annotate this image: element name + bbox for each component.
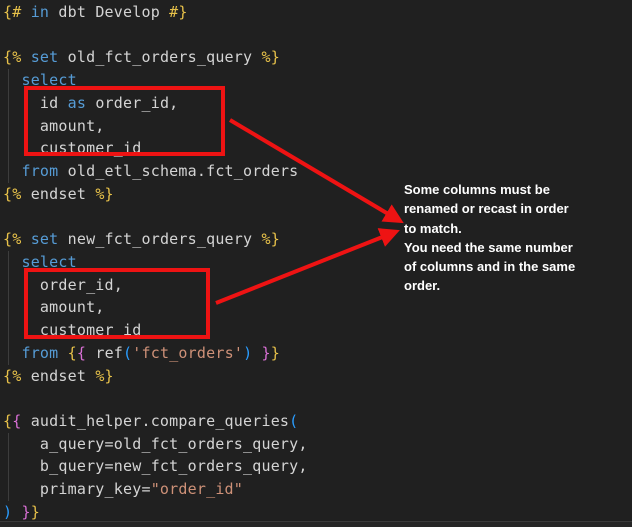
code-token: old_etl_schema.fct_orders [58, 162, 298, 180]
code-token: set [31, 230, 59, 248]
code-token [3, 162, 21, 180]
code-token: from [21, 344, 58, 362]
code-token: in [31, 3, 49, 21]
code-token [21, 3, 30, 21]
code-token: primary_key= [3, 480, 151, 498]
code-line: from {{ ref('fct_orders') }} [3, 342, 308, 365]
code-token: } [21, 503, 30, 521]
indent-guide [8, 433, 9, 501]
code-token [21, 48, 30, 66]
code-token: from [21, 162, 58, 180]
code-token: new_fct_orders_query [58, 230, 261, 248]
code-token: ( [289, 412, 298, 430]
code-line: {% set new_fct_orders_query %} [3, 228, 308, 251]
code-token: {% [3, 48, 21, 66]
code-token: } [31, 503, 40, 521]
annotation-note-line: of columns and in the same [404, 257, 624, 276]
code-line: primary_key="order_id" [3, 478, 308, 501]
annotation-note-line: Some columns must be [404, 180, 624, 199]
code-token: #} [169, 3, 187, 21]
code-line: {% set old_fct_orders_query %} [3, 46, 308, 69]
code-token: ) [243, 344, 252, 362]
editor-bottom-edge [0, 521, 632, 527]
code-token: %} [261, 230, 279, 248]
code-token: %} [95, 367, 113, 385]
code-token: } [262, 344, 271, 362]
code-token: %} [261, 48, 279, 66]
code-token [58, 344, 67, 362]
code-line: {# in dbt Develop #} [3, 1, 308, 24]
code-line: {{ audit_helper.compare_queries( [3, 410, 308, 433]
code-token: %} [95, 185, 113, 203]
code-line: {% endset %} [3, 183, 308, 206]
code-token: } [271, 344, 280, 362]
highlight-box-new-columns [24, 268, 210, 339]
code-token: { [77, 344, 86, 362]
annotation-note-line: order. [404, 276, 624, 295]
annotation-note-line: to match. [404, 219, 624, 238]
code-token: "order_id" [151, 480, 243, 498]
code-token: {# [3, 3, 21, 21]
code-token: { [3, 412, 12, 430]
code-token: set [31, 48, 59, 66]
code-line [3, 387, 308, 410]
code-token: dbt Develop [49, 3, 169, 21]
code-token: ) [3, 503, 12, 521]
code-token [21, 230, 30, 248]
code-token [3, 344, 21, 362]
dbt-code-editor-screenshot: {# in dbt Develop #} {% set old_fct_orde… [0, 0, 632, 527]
code-token: b_query=new_fct_orders_query, [3, 457, 308, 475]
code-token: ( [123, 344, 132, 362]
code-token: {% [3, 230, 21, 248]
code-line [3, 24, 308, 47]
code-token: a_query=old_fct_orders_query, [3, 435, 308, 453]
code-token: old_fct_orders_query [58, 48, 261, 66]
annotation-note-line: renamed or recast in order [404, 199, 624, 218]
code-token: {% [3, 185, 21, 203]
code-token: { [68, 344, 77, 362]
code-token: 'fct_orders' [132, 344, 243, 362]
code-line: {% endset %} [3, 365, 308, 388]
code-line: a_query=old_fct_orders_query, [3, 433, 308, 456]
code-token [3, 71, 21, 89]
code-line: from old_etl_schema.fct_orders [3, 160, 308, 183]
code-line [3, 205, 308, 228]
code-token: endset [21, 367, 95, 385]
code-token [3, 253, 21, 271]
annotation-note-line: You need the same number [404, 238, 624, 257]
annotation-note: Some columns must berenamed or recast in… [404, 180, 624, 296]
code-token: ref [86, 344, 123, 362]
code-token: {% [3, 367, 21, 385]
indent-guide [8, 251, 9, 365]
code-token [252, 344, 261, 362]
indent-guide [8, 69, 9, 183]
code-line: b_query=new_fct_orders_query, [3, 455, 308, 478]
code-token: endset [21, 185, 95, 203]
code-area[interactable]: {# in dbt Develop #} {% set old_fct_orde… [3, 1, 308, 524]
code-token: audit_helper.compare_queries [21, 412, 289, 430]
highlight-box-old-columns [24, 86, 225, 156]
